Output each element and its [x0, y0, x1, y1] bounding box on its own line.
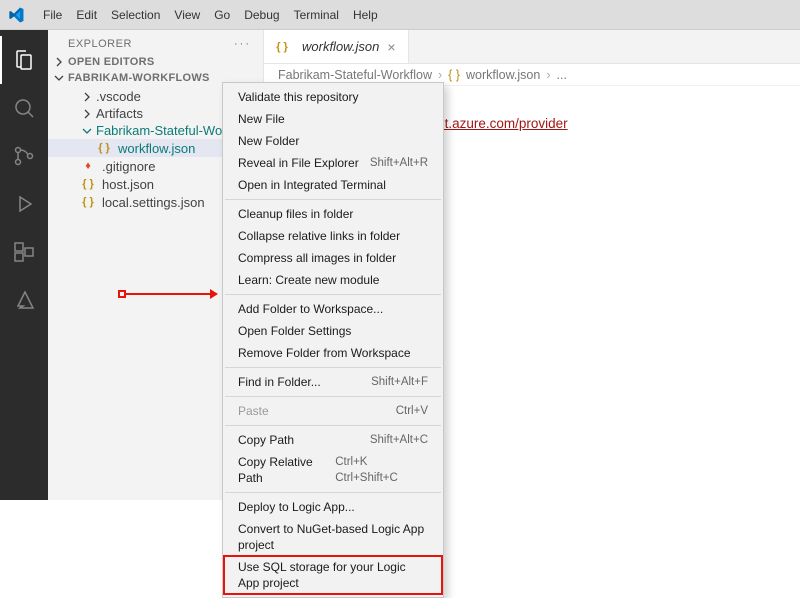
activity-scm-icon[interactable] [0, 132, 48, 180]
context-menu-item[interactable]: Compress all images in folder [224, 247, 442, 269]
context-menu-item[interactable]: Validate this repository [224, 86, 442, 108]
close-icon[interactable]: × [385, 39, 397, 55]
context-menu-label: Remove Folder from Workspace [238, 345, 411, 361]
context-menu-shortcut: Shift+Alt+F [371, 374, 428, 390]
context-menu-label: New File [238, 111, 285, 127]
context-menu-item[interactable]: Convert to NuGet-based Logic App project [224, 518, 442, 556]
folder-context-menu: Validate this repository New File New Fold… [222, 82, 444, 598]
context-menu-label: Open in Integrated Terminal [238, 177, 386, 193]
tab-workflow[interactable]: { } workflow.json × [264, 30, 409, 63]
chevron-right-icon: › [438, 68, 442, 82]
open-editors-section[interactable]: OPEN EDITORS [48, 54, 263, 70]
context-menu-item[interactable]: Remove Folder from Workspace [224, 342, 442, 364]
context-menu-item[interactable]: Learn: Create new module [224, 269, 442, 291]
context-menu-item: Paste Ctrl+V [224, 400, 442, 422]
context-menu-item[interactable]: Copy Relative PathCtrl+K Ctrl+Shift+C [224, 451, 442, 489]
context-menu-item[interactable]: Add Folder to Workspace... [224, 298, 442, 320]
context-menu-label: Convert to NuGet-based Logic App project [238, 521, 428, 553]
editor-tabs: { } workflow.json × [264, 30, 800, 64]
context-menu-item[interactable]: Collapse relative links in folder [224, 225, 442, 247]
context-menu-label: New Folder [238, 133, 299, 149]
menu-separator [225, 492, 441, 493]
context-menu-shortcut: Ctrl+V [396, 403, 428, 419]
context-menu-item[interactable]: Use SQL storage for your Logic App proje… [224, 556, 442, 594]
json-file-icon: { } [96, 140, 112, 156]
context-menu-label: Compress all images in folder [238, 250, 396, 266]
json-file-icon: { } [80, 194, 96, 210]
menu-debug[interactable]: Debug [237, 8, 286, 22]
menu-separator [225, 367, 441, 368]
context-menu-item[interactable]: Open Folder Settings [224, 320, 442, 342]
chevron-right-icon [80, 109, 94, 119]
sidebar-header: EXPLORER ··· [48, 30, 263, 54]
json-file-icon: { } [274, 39, 290, 55]
chevron-right-icon: › [546, 68, 550, 82]
menu-go[interactable]: Go [207, 8, 237, 22]
context-menu-label: Reveal in File Explorer [238, 155, 359, 171]
context-menu-item[interactable]: Find in Folder... Shift+Alt+F [224, 371, 442, 393]
menu-terminal[interactable]: Terminal [287, 8, 346, 22]
git-file-icon: ♦ [80, 158, 96, 174]
context-menu-item[interactable]: Cleanup files in folder [224, 203, 442, 225]
context-menu-label: Add Folder to Workspace... [238, 301, 383, 317]
context-menu-label: Use SQL storage for your Logic App proje… [238, 559, 428, 591]
context-menu-label: Copy Path [238, 432, 294, 448]
sidebar-more-icon[interactable]: ··· [234, 38, 251, 50]
context-menu-item[interactable]: Open in Integrated Terminal [224, 174, 442, 196]
menu-file[interactable]: File [36, 8, 69, 22]
chevron-right-icon [80, 92, 94, 102]
context-menu-shortcut: Shift+Alt+R [370, 155, 428, 171]
chevron-right-icon [52, 57, 66, 67]
activity-azure-icon[interactable] [0, 276, 48, 324]
json-file-icon: { } [80, 176, 96, 192]
context-menu-item[interactable]: Reveal in File Explorer Shift+Alt+R [224, 152, 442, 174]
json-file-icon: { } [448, 68, 460, 82]
context-menu-shortcut: Ctrl+K Ctrl+Shift+C [335, 454, 428, 486]
activity-explorer-icon[interactable] [0, 36, 48, 84]
activity-search-icon[interactable] [0, 84, 48, 132]
context-menu-item[interactable]: Deploy to Logic App... [224, 496, 442, 518]
callout-arrow [118, 289, 218, 299]
menu-separator [225, 199, 441, 200]
activity-debug-icon[interactable] [0, 180, 48, 228]
context-menu-label: Copy Relative Path [238, 454, 335, 486]
menu-selection[interactable]: Selection [104, 8, 167, 22]
chevron-down-icon [52, 73, 66, 83]
context-menu-label: Find in Folder... [238, 374, 321, 390]
title-bar: File Edit Selection View Go Debug Termin… [0, 0, 800, 30]
menu-separator [225, 425, 441, 426]
context-menu-label: Open Folder Settings [238, 323, 351, 339]
menu-view[interactable]: View [167, 8, 207, 22]
context-menu-item[interactable]: New File [224, 108, 442, 130]
context-menu-label: Deploy to Logic App... [238, 499, 355, 515]
menu-separator [225, 396, 441, 397]
context-menu-label: Validate this repository [238, 89, 359, 105]
context-menu-label: Paste [238, 403, 269, 419]
menu-edit[interactable]: Edit [69, 8, 104, 22]
context-menu-label: Learn: Create new module [238, 272, 379, 288]
context-menu-item[interactable]: New Folder [224, 130, 442, 152]
menu-separator [225, 294, 441, 295]
chevron-down-icon [80, 126, 94, 136]
context-menu-item[interactable]: Copy Path Shift+Alt+C [224, 429, 442, 451]
activity-extensions-icon[interactable] [0, 228, 48, 276]
activity-bar [0, 30, 48, 500]
menu-help[interactable]: Help [346, 8, 385, 22]
vscode-logo-icon [8, 7, 24, 23]
sidebar-title: EXPLORER [68, 38, 132, 50]
context-menu-label: Collapse relative links in folder [238, 228, 400, 244]
context-menu-label: Cleanup files in folder [238, 206, 353, 222]
context-menu-shortcut: Shift+Alt+C [370, 432, 428, 448]
